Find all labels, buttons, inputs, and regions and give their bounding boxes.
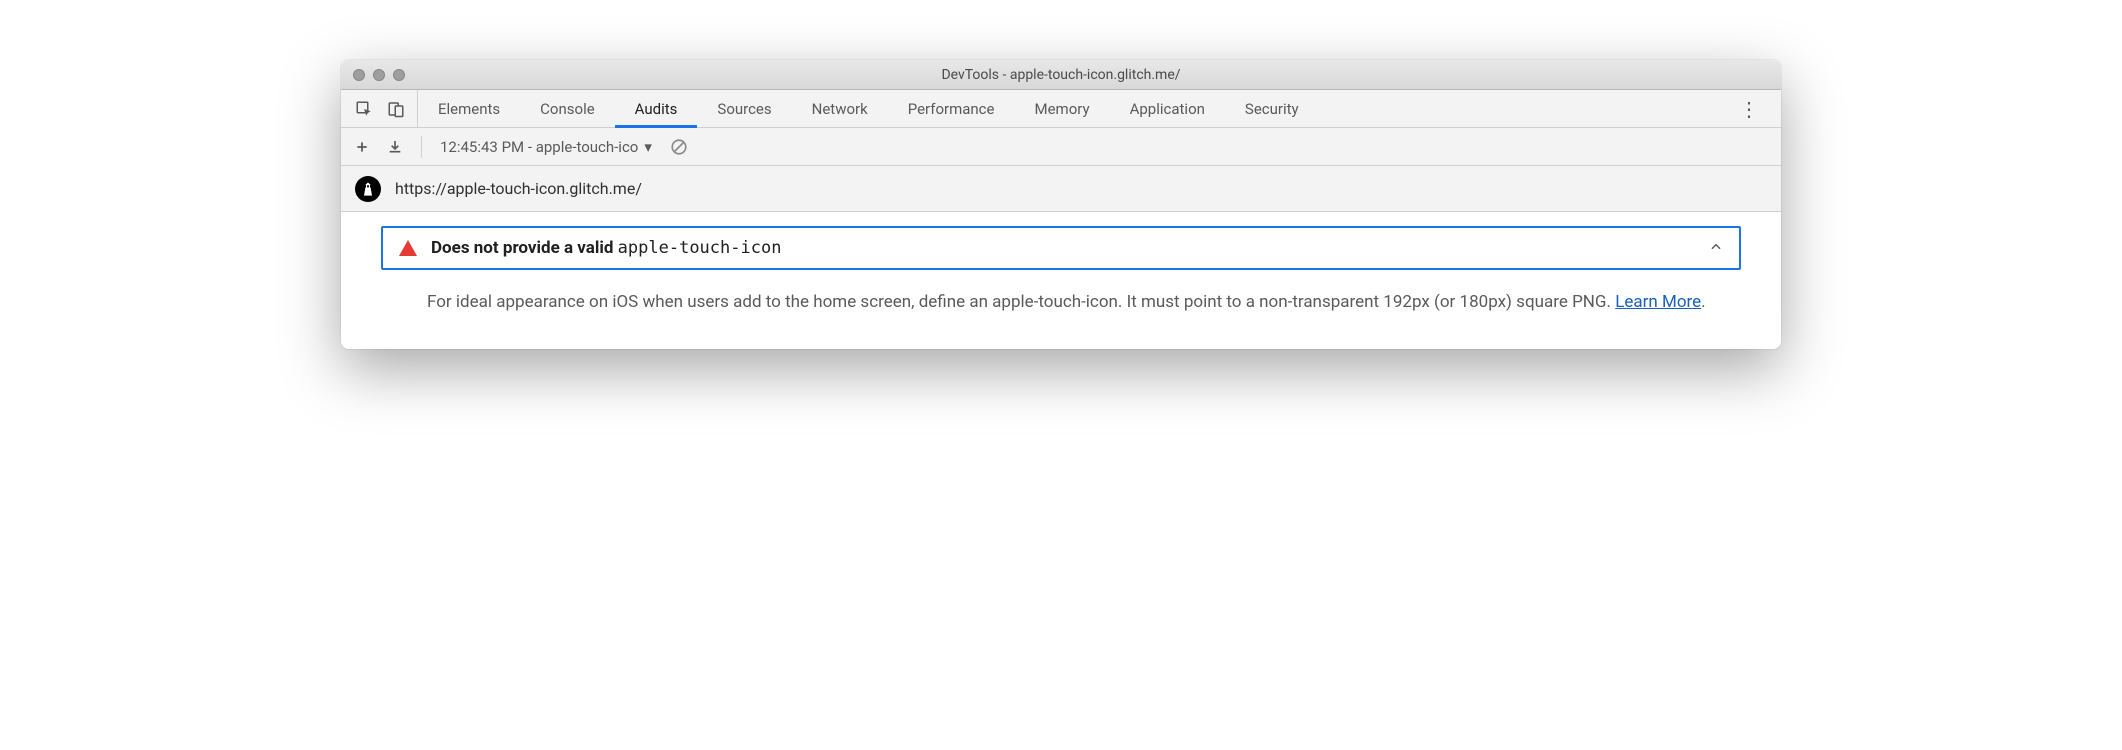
clear-icon[interactable]	[670, 138, 688, 156]
devtools-window: DevTools - apple-touch-icon.glitch.me/ E…	[341, 60, 1781, 349]
tab-label: Application	[1130, 100, 1205, 118]
more-options-icon[interactable]: ⋮	[1725, 97, 1773, 121]
tab-security[interactable]: Security	[1225, 90, 1319, 127]
tab-label: Performance	[908, 100, 995, 118]
tab-label: Audits	[635, 100, 678, 118]
audit-description: For ideal appearance on iOS when users a…	[381, 270, 1741, 325]
audit-desc-text: For ideal appearance on iOS when users a…	[427, 292, 1615, 312]
learn-more-link[interactable]: Learn More	[1615, 292, 1701, 312]
toolbar-separator	[421, 136, 422, 158]
close-window-button[interactable]	[353, 69, 365, 81]
audit-title-code: apple-touch-icon	[618, 238, 782, 258]
download-report-icon[interactable]	[387, 139, 403, 155]
chevron-up-icon	[1709, 239, 1723, 258]
tab-console[interactable]: Console	[520, 90, 615, 127]
tab-performance[interactable]: Performance	[888, 90, 1015, 127]
audit-area: Does not provide a valid apple-touch-ico…	[341, 212, 1781, 349]
tab-label: Console	[540, 100, 595, 118]
tabs-bar: Elements Console Audits Sources Network Perfo…	[341, 90, 1781, 128]
audits-toolbar: 12:45:43 PM - apple-touch-ico ▾	[341, 128, 1781, 166]
inspect-tools	[349, 90, 418, 127]
window-title: DevTools - apple-touch-icon.glitch.me/	[341, 67, 1781, 83]
audit-desc-after: .	[1701, 292, 1705, 312]
tab-elements[interactable]: Elements	[418, 90, 520, 127]
audit-item[interactable]: Does not provide a valid apple-touch-ico…	[381, 226, 1741, 270]
tab-memory[interactable]: Memory	[1015, 90, 1110, 127]
tab-label: Security	[1245, 100, 1299, 118]
run-selector[interactable]: 12:45:43 PM - apple-touch-ico ▾	[440, 138, 652, 156]
new-audit-icon[interactable]	[355, 140, 369, 154]
audit-title: Does not provide a valid apple-touch-ico…	[431, 238, 1695, 258]
tabs: Elements Console Audits Sources Network Perfo…	[418, 90, 1725, 127]
inspect-element-icon[interactable]	[355, 100, 373, 118]
device-toolbar-icon[interactable]	[387, 100, 405, 118]
traffic-lights	[341, 69, 405, 81]
url-row: https://apple-touch-icon.glitch.me/	[341, 166, 1781, 212]
audit-title-prefix: Does not provide a valid	[431, 238, 618, 258]
tab-network[interactable]: Network	[792, 90, 888, 127]
tab-application[interactable]: Application	[1110, 90, 1225, 127]
titlebar: DevTools - apple-touch-icon.glitch.me/	[341, 60, 1781, 90]
fail-status-icon	[399, 240, 417, 256]
tab-label: Memory	[1035, 100, 1090, 118]
tab-label: Elements	[438, 100, 500, 118]
maximize-window-button[interactable]	[393, 69, 405, 81]
page-url: https://apple-touch-icon.glitch.me/	[395, 179, 642, 198]
run-selector-label: 12:45:43 PM - apple-touch-ico	[440, 138, 638, 156]
minimize-window-button[interactable]	[373, 69, 385, 81]
tab-audits[interactable]: Audits	[615, 90, 698, 127]
chevron-down-icon: ▾	[644, 138, 652, 156]
tab-label: Network	[812, 100, 868, 118]
lighthouse-icon	[355, 176, 381, 202]
tab-label: Sources	[717, 100, 771, 118]
tab-sources[interactable]: Sources	[697, 90, 791, 127]
